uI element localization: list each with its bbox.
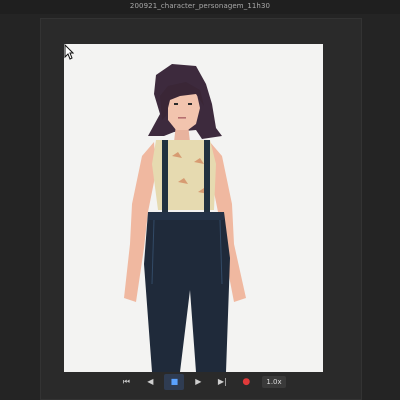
mouth	[178, 117, 186, 119]
step-back-button[interactable]: ◀	[140, 374, 160, 390]
character-illustration	[124, 64, 246, 372]
step-forward-button[interactable]: ▶|	[212, 374, 232, 390]
window-title: 200921_character_personagem_11h30	[0, 0, 400, 14]
pants	[144, 212, 230, 372]
go-to-start-button[interactable]: ⏮	[116, 374, 136, 390]
left-eye	[174, 103, 178, 105]
mouse-pointer-icon	[64, 44, 74, 60]
skip-back-icon: ⏮	[122, 377, 130, 386]
speed-selector[interactable]: 1.0x	[262, 376, 286, 388]
record-button[interactable]: ●	[236, 374, 256, 390]
right-eye	[188, 103, 192, 105]
preview-canvas	[64, 44, 323, 372]
step-forward-icon: ▶|	[217, 377, 227, 386]
play-icon: ▶	[195, 377, 202, 386]
playback-controls: ⏮ ◀ ■ ▶ ▶| ● 1.0x	[0, 372, 400, 392]
stop-button[interactable]: ■	[164, 374, 185, 390]
stop-icon: ■	[170, 377, 179, 386]
record-icon: ●	[242, 376, 251, 387]
play-button[interactable]: ▶	[188, 374, 208, 390]
right-suspender	[204, 140, 210, 212]
left-suspender	[162, 140, 168, 212]
step-back-icon: ◀	[147, 377, 154, 386]
